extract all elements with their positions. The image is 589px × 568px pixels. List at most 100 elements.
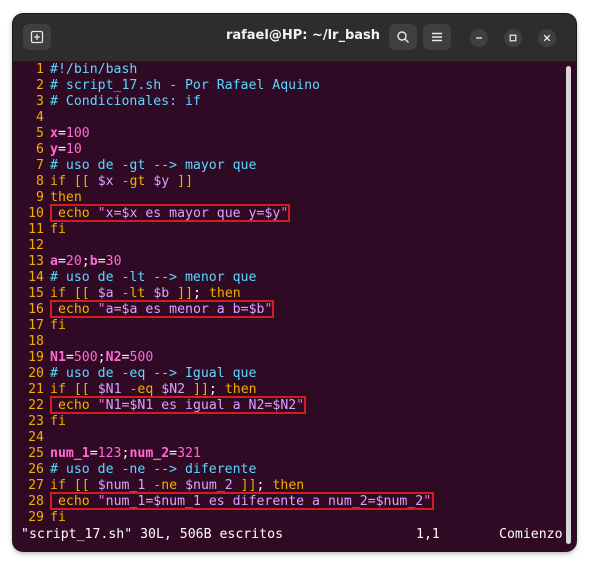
line-number: 24 bbox=[28, 430, 44, 445]
line-number: 2 bbox=[36, 78, 44, 93]
line-number: 7 bbox=[36, 158, 44, 173]
line-number: 6 bbox=[36, 142, 44, 157]
line-number: 4 bbox=[36, 110, 44, 125]
code-text: # uso de -gt --> mayor que bbox=[50, 158, 257, 173]
code-text: if [[ $num_1 -ne $num_2 ]]; then bbox=[50, 478, 305, 493]
code-line: 4 bbox=[21, 110, 561, 126]
line-number: 27 bbox=[28, 478, 44, 493]
highlight-box bbox=[49, 300, 274, 318]
code-text: if [[ $N1 -eq $N2 ]]; then bbox=[50, 382, 257, 397]
code-line: 19 N1=500;N2=500 bbox=[21, 350, 561, 366]
line-number: 13 bbox=[28, 254, 44, 269]
line-number: 28 bbox=[28, 494, 44, 509]
code-line: 3 # Condicionales: if bbox=[21, 94, 561, 110]
code-text: fi bbox=[50, 318, 66, 333]
status-cursor-position: 1,1 bbox=[416, 527, 440, 542]
code-line: 23 fi bbox=[21, 414, 561, 430]
search-icon-glyph bbox=[397, 31, 409, 43]
window-title: rafael@HP: ~/lr_bash bbox=[225, 28, 381, 43]
code-line: 11 fi bbox=[21, 222, 561, 238]
maximize-icon bbox=[509, 34, 517, 42]
line-number: 23 bbox=[28, 414, 44, 429]
code-line: 5 x=100 bbox=[21, 126, 561, 142]
code-line: 8 if [[ $x -gt $y ]] bbox=[21, 174, 561, 190]
status-file-info: "script_17.sh" 30L, 506B escritos bbox=[21, 527, 284, 542]
line-number: 18 bbox=[28, 334, 44, 349]
code-text: #!/bin/bash bbox=[50, 62, 138, 77]
line-number: 12 bbox=[28, 238, 44, 253]
code-text: # script_17.sh - Por Rafael Aquino bbox=[50, 78, 320, 93]
new-tab-icon[interactable] bbox=[23, 24, 51, 50]
scrollbar[interactable] bbox=[566, 66, 571, 544]
code-text: # uso de -eq --> Igual que bbox=[50, 366, 257, 381]
highlight-box bbox=[49, 204, 290, 222]
code-text: # Condicionales: if bbox=[50, 94, 201, 109]
code-line: 7 # uso de -gt --> mayor que bbox=[21, 158, 561, 174]
line-number: 29 bbox=[28, 510, 44, 525]
code-text: N1=500;N2=500 bbox=[50, 350, 154, 365]
line-number: 1 bbox=[36, 62, 44, 77]
line-number: 19 bbox=[28, 350, 44, 365]
code-line: 16 echo "a=$a es menor a b=$b" bbox=[21, 300, 561, 318]
code-line: 28 echo "num_1=$num_1 es diferente a num… bbox=[21, 492, 561, 510]
menu-icon[interactable] bbox=[423, 24, 451, 50]
line-number: 11 bbox=[28, 222, 44, 237]
line-number: 10 bbox=[28, 206, 44, 221]
title-bar: rafael@HP: ~/lr_bash bbox=[13, 14, 576, 62]
code-text: num_1=123;num_2=321 bbox=[50, 446, 201, 461]
line-number: 20 bbox=[28, 366, 44, 381]
highlight-box bbox=[49, 396, 306, 414]
code-line: 25 num_1=123;num_2=321 bbox=[21, 446, 561, 462]
code-text: fi bbox=[50, 222, 66, 237]
menu-icon-glyph bbox=[432, 32, 442, 42]
code-line: 14 # uso de -lt --> menor que bbox=[21, 270, 561, 286]
code-line: 6 y=10 bbox=[21, 142, 561, 158]
code-line: 17 fi bbox=[21, 318, 561, 334]
code-text: fi bbox=[50, 510, 66, 525]
maximize-button[interactable] bbox=[504, 29, 522, 47]
line-number: 9 bbox=[36, 190, 44, 205]
status-scroll-position: Comienzo bbox=[499, 527, 563, 542]
line-number: 14 bbox=[28, 270, 44, 285]
code-line: 20 # uso de -eq --> Igual que bbox=[21, 366, 561, 382]
code-line: 24 bbox=[21, 430, 561, 446]
code-line: 10 echo "x=$x es mayor que y=$y" bbox=[21, 204, 561, 222]
vim-status-bar: "script_17.sh" 30L, 506B escritos 1,1 Comi… bbox=[21, 526, 563, 544]
code-text: y=10 bbox=[50, 142, 82, 157]
line-number: 5 bbox=[36, 126, 44, 141]
minimize-icon bbox=[476, 37, 482, 39]
code-line: 22 echo "N1=$N1 es igual a N2=$N2" bbox=[21, 396, 561, 414]
code-text: if [[ $x -gt $y ]] bbox=[50, 174, 194, 189]
code-line: 29 fi bbox=[21, 510, 561, 526]
line-number: 22 bbox=[28, 398, 44, 413]
terminal-window: rafael@HP: ~/lr_bash 1 #!/bin/bash 2 # s… bbox=[13, 14, 576, 551]
line-number: 21 bbox=[28, 382, 44, 397]
code-line: 2 # script_17.sh - Por Rafael Aquino bbox=[21, 78, 561, 94]
minimize-button[interactable] bbox=[470, 29, 488, 47]
code-text: # uso de -ne --> diferente bbox=[50, 462, 257, 477]
search-icon[interactable] bbox=[389, 24, 417, 50]
code-line: 1 #!/bin/bash bbox=[21, 62, 561, 78]
code-text: if [[ $a -lt $b ]]; then bbox=[50, 286, 241, 301]
code-text: a=20;b=30 bbox=[50, 254, 122, 269]
line-number: 16 bbox=[28, 302, 44, 317]
line-number: 8 bbox=[36, 174, 44, 189]
code-line: 26 # uso de -ne --> diferente bbox=[21, 462, 561, 478]
code-line: 18 bbox=[21, 334, 561, 350]
line-number: 17 bbox=[28, 318, 44, 333]
code-text: x=100 bbox=[50, 126, 90, 141]
highlight-box bbox=[49, 492, 434, 510]
code-text: fi bbox=[50, 414, 66, 429]
code-line: 12 bbox=[21, 238, 561, 254]
line-number: 15 bbox=[28, 286, 44, 301]
code-text: then bbox=[50, 190, 82, 205]
code-line: 13 a=20;b=30 bbox=[21, 254, 561, 270]
line-number: 26 bbox=[28, 462, 44, 477]
close-icon bbox=[543, 34, 551, 42]
code-text: # uso de -lt --> menor que bbox=[50, 270, 257, 285]
line-number: 25 bbox=[28, 446, 44, 461]
vim-editor[interactable]: 1 #!/bin/bash 2 # script_17.sh - Por Rafael… bbox=[21, 62, 561, 526]
close-button[interactable] bbox=[538, 29, 556, 47]
line-number: 3 bbox=[36, 94, 44, 109]
new-tab-icon-glyph bbox=[30, 30, 44, 44]
